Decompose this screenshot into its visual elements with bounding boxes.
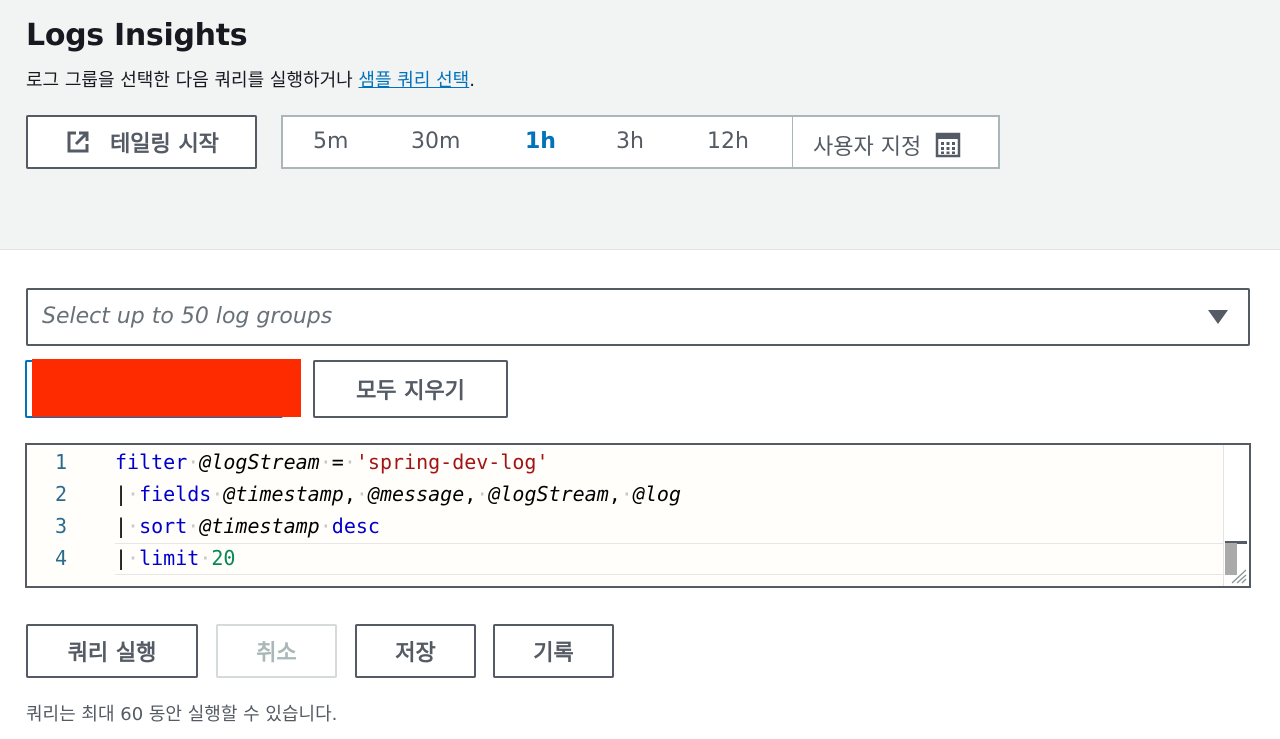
save-button[interactable]: 저장 xyxy=(355,624,476,678)
query-editor[interactable]: 1 2 3 4 filter·@logStream·=·'spring-dev-… xyxy=(25,443,1251,588)
sample-query-link[interactable]: 샘플 쿼리 선택 xyxy=(358,70,469,91)
query-timeout-note: 쿼리는 최대 60 동안 실행할 수 있습니다. xyxy=(26,704,338,725)
log-group-select[interactable]: Select up to 50 log groups xyxy=(26,288,1250,346)
start-tailing-button[interactable]: 테일링 시작 xyxy=(26,115,257,169)
history-button[interactable]: 기록 xyxy=(493,624,614,678)
resize-handle-icon[interactable] xyxy=(1227,568,1247,584)
code-line: filter·@logStream·=·'spring-dev-log' xyxy=(115,450,549,474)
code-line: |·sort·@timestamp·desc xyxy=(115,514,380,538)
line-number: 3 xyxy=(55,514,68,538)
caret-down-icon xyxy=(1208,310,1228,324)
line-number: 1 xyxy=(55,450,68,474)
editor-scrollbar[interactable] xyxy=(1223,445,1249,586)
page-title: Logs Insights xyxy=(26,18,248,53)
editor-code[interactable]: filter·@logStream·=·'spring-dev-log' |·f… xyxy=(115,445,1219,586)
run-query-button[interactable]: 쿼리 실행 xyxy=(26,624,198,678)
line-number: 2 xyxy=(55,482,68,506)
external-link-icon xyxy=(67,131,89,153)
range-option-1h[interactable]: 1h xyxy=(525,129,556,154)
custom-range-button[interactable]: 사용자 지정 xyxy=(813,129,961,161)
page-header: Logs Insights 로그 그룹을 선택한 다음 쿼리를 실행하거나 샘플… xyxy=(0,0,1280,250)
range-option-30m[interactable]: 30m xyxy=(411,129,460,154)
code-line: |·fields·@timestamp,·@message,·@logStrea… xyxy=(115,482,682,506)
cancel-button[interactable]: 취소 xyxy=(216,624,337,678)
redacted-region xyxy=(32,359,301,417)
code-line: |·limit·20 xyxy=(115,546,236,570)
range-option-5m[interactable]: 5m xyxy=(313,129,348,154)
subtitle-suffix: . xyxy=(469,70,475,91)
start-tailing-label: 테일링 시작 xyxy=(110,132,219,157)
editor-gutter: 1 2 3 4 xyxy=(27,445,107,586)
page-subtitle: 로그 그룹을 선택한 다음 쿼리를 실행하거나 샘플 쿼리 선택. xyxy=(26,66,475,92)
range-option-12h[interactable]: 12h xyxy=(707,129,749,154)
custom-range-label: 사용자 지정 xyxy=(813,135,922,160)
line-number: 4 xyxy=(55,546,68,570)
range-option-3h[interactable]: 3h xyxy=(616,129,644,154)
subtitle-text: 로그 그룹을 선택한 다음 쿼리를 실행하거나 xyxy=(26,70,359,91)
clear-all-button[interactable]: 모두 지우기 xyxy=(313,360,508,418)
log-group-placeholder: Select up to 50 log groups xyxy=(42,304,333,329)
time-range-selector: 5m 30m 1h 3h 12h 사용자 지정 xyxy=(281,115,1000,169)
range-divider xyxy=(792,117,793,167)
calendar-icon xyxy=(935,132,961,158)
